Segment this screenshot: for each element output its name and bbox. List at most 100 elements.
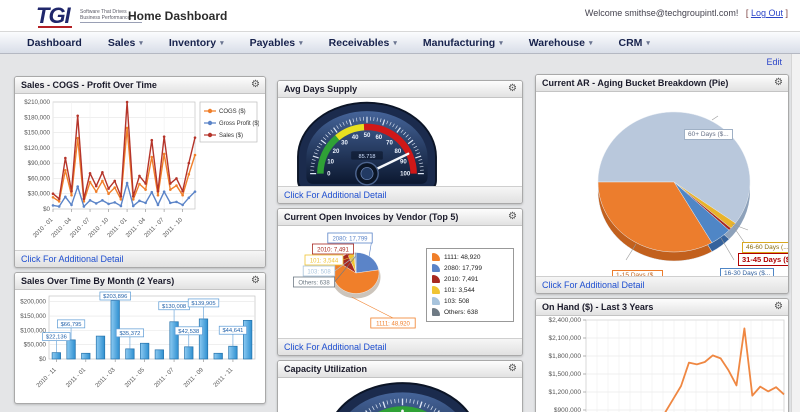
top-bar: TGI Software That Drives Business Perfor…: [0, 0, 800, 32]
svg-text:90: 90: [400, 160, 407, 166]
svg-text:$2,400,000: $2,400,000: [548, 317, 581, 324]
additional-detail-link[interactable]: Click For Additional Detail: [284, 342, 387, 352]
legend-label: 103: 508: [444, 298, 469, 305]
svg-text:$210,000: $210,000: [24, 99, 50, 106]
panel-on-hand: On Hand ($) - Last 3 Years ⚙ $2,400,000 $…: [535, 298, 789, 412]
chart-ar-aging: 60+ Days ($... 46-60 Days (...31-45 Days …: [536, 92, 788, 283]
svg-text:Others: 638: Others: 638: [298, 281, 330, 287]
svg-text:$200,000: $200,000: [20, 299, 46, 306]
svg-text:2010: 7,491: 2010: 7,491: [317, 248, 349, 254]
panel-title: Current AR - Aging Bucket Breakdown (Pie…: [542, 78, 728, 88]
logo-accent-bar: [38, 26, 72, 28]
svg-text:20: 20: [333, 149, 340, 155]
svg-text:100: 100: [400, 171, 411, 177]
svg-text:$120,000: $120,000: [24, 145, 50, 152]
svg-text:$42,538: $42,538: [178, 329, 199, 335]
main-nav: DashboardSales▾Inventory▾Payables▾Receiv…: [0, 32, 800, 54]
chevron-down-icon: ▾: [646, 40, 650, 47]
welcome-message: Welcome smithse@techgroupintl.com!: [585, 8, 739, 18]
additional-detail-link[interactable]: Click For Additional Detail: [542, 280, 645, 290]
legend-row: 103: 508: [432, 297, 509, 305]
panel-sales-cogs-profit: Sales - COGS - Profit Over Time ⚙ $0$30,…: [14, 76, 266, 268]
panel-title: Capacity Utilization: [284, 364, 367, 374]
panel-footer: Click For Additional Detail: [15, 250, 265, 267]
pie-callout-label: 60+ Days ($...: [684, 129, 733, 140]
gauge-avg-days-supply: 010203040506070809010085.718: [278, 98, 522, 187]
nav-item-receivables[interactable]: Receivables▾: [316, 37, 410, 49]
nav-item-payables[interactable]: Payables▾: [237, 37, 316, 49]
gear-icon[interactable]: ⚙: [251, 79, 260, 90]
svg-text:$50,000: $50,000: [24, 342, 47, 349]
gear-icon[interactable]: ⚙: [774, 301, 783, 312]
svg-text:2011 - 03: 2011 - 03: [95, 367, 117, 389]
svg-text:$203,896: $203,896: [103, 294, 127, 300]
dashboard-screen: TGI Software That Drives Business Perfor…: [0, 0, 800, 412]
svg-text:2011 - 10: 2011 - 10: [162, 217, 184, 239]
scrollbar-track[interactable]: [791, 54, 800, 412]
svg-text:$1,500,000: $1,500,000: [548, 371, 581, 378]
svg-text:$0: $0: [43, 206, 50, 213]
nav-item-sales[interactable]: Sales▾: [95, 37, 156, 49]
pie-callout-label: 46-60 Days (...: [742, 242, 789, 253]
panel-header: On Hand ($) - Last 3 Years ⚙: [536, 299, 788, 316]
chevron-down-icon: ▾: [220, 40, 224, 47]
svg-text:$150,000: $150,000: [24, 130, 50, 137]
edit-link[interactable]: Edit: [766, 57, 782, 67]
svg-text:$0: $0: [39, 356, 46, 363]
svg-text:$2,100,000: $2,100,000: [548, 335, 581, 342]
legend-row: 2010: 7,491: [432, 275, 509, 283]
legend-color-chip: [432, 275, 440, 283]
legend-label: 101: 3,544: [444, 287, 475, 294]
welcome-text: Welcome smithse@techgroupintl.com! [ Log…: [585, 8, 788, 18]
pie-legend: 1111: 48,920 2080: 17,799 2010: 7,491 101: …: [426, 248, 514, 322]
legend-color-chip: [432, 253, 440, 261]
svg-text:2011 - 05: 2011 - 05: [124, 367, 146, 389]
legend-row: 2080: 17,799: [432, 264, 509, 272]
additional-detail-link[interactable]: Click For Additional Detail: [284, 190, 387, 200]
chart-on-hand: $2,400,000$2,100,000$1,800,000$1,500,000…: [536, 316, 788, 412]
svg-text:2080: 17,799: 2080: 17,799: [332, 237, 368, 243]
gear-icon[interactable]: ⚙: [508, 211, 517, 222]
legend-label: 2080: 17,799: [444, 265, 482, 272]
nav-item-inventory[interactable]: Inventory▾: [156, 37, 237, 49]
panel-header: Current AR - Aging Bucket Breakdown (Pie…: [536, 75, 788, 92]
nav-item-dashboard[interactable]: Dashboard: [14, 37, 95, 49]
svg-text:1111: 48,920: 1111: 48,920: [376, 322, 410, 328]
svg-text:101: 3,544: 101: 3,544: [310, 259, 339, 265]
panel-header: Capacity Utilization ⚙: [278, 361, 522, 378]
logout-link[interactable]: Log Out: [751, 8, 783, 18]
svg-text:$1,200,000: $1,200,000: [548, 389, 581, 396]
panel-sales-by-month: Sales Over Time By Month (2 Years) ⚙ $0 $…: [14, 272, 266, 404]
nav-item-warehouse[interactable]: Warehouse▾: [516, 37, 606, 49]
chevron-down-icon: ▾: [139, 40, 143, 47]
nav-item-manufacturing[interactable]: Manufacturing▾: [410, 37, 516, 49]
gear-icon[interactable]: ⚙: [508, 83, 517, 94]
chevron-down-icon: ▾: [393, 40, 397, 47]
panel-footer: Click For Additional Detail: [278, 338, 522, 355]
svg-text:$180,000: $180,000: [24, 114, 50, 121]
gear-icon[interactable]: ⚙: [508, 363, 517, 374]
svg-text:2011 - 01: 2011 - 01: [65, 367, 87, 389]
panel-header: Avg Days Supply ⚙: [278, 81, 522, 98]
legend-label: Others: 638: [444, 309, 478, 316]
svg-text:70: 70: [386, 141, 393, 147]
svg-text:2011 - 09: 2011 - 09: [183, 367, 205, 389]
gear-icon[interactable]: ⚙: [774, 77, 783, 88]
legend-label: 1111: 48,920: [444, 254, 481, 261]
svg-text:10: 10: [327, 160, 334, 166]
pie-callout-label: 31-45 Days ($: [738, 253, 789, 266]
svg-text:$139,905: $139,905: [191, 301, 215, 307]
svg-text:Gross Profit ($): Gross Profit ($): [219, 121, 259, 127]
panel-title: Current Open Invoices by Vendor (Top 5): [284, 212, 458, 222]
legend-row: 101: 3,544: [432, 286, 509, 294]
svg-text:$44,641: $44,641: [222, 328, 243, 334]
gauge-capacity-utilization: 0102030405060708090100: [278, 378, 522, 412]
nav-item-crm[interactable]: CRM▾: [605, 37, 662, 49]
svg-text:$90,000: $90,000: [28, 160, 51, 167]
svg-text:$60,000: $60,000: [28, 175, 51, 182]
gear-icon[interactable]: ⚙: [251, 275, 260, 286]
bracket-close: ]: [785, 8, 788, 18]
legend-color-chip: [432, 264, 440, 272]
additional-detail-link[interactable]: Click For Additional Detail: [21, 254, 124, 264]
panel-header: Sales Over Time By Month (2 Years) ⚙: [15, 273, 265, 290]
